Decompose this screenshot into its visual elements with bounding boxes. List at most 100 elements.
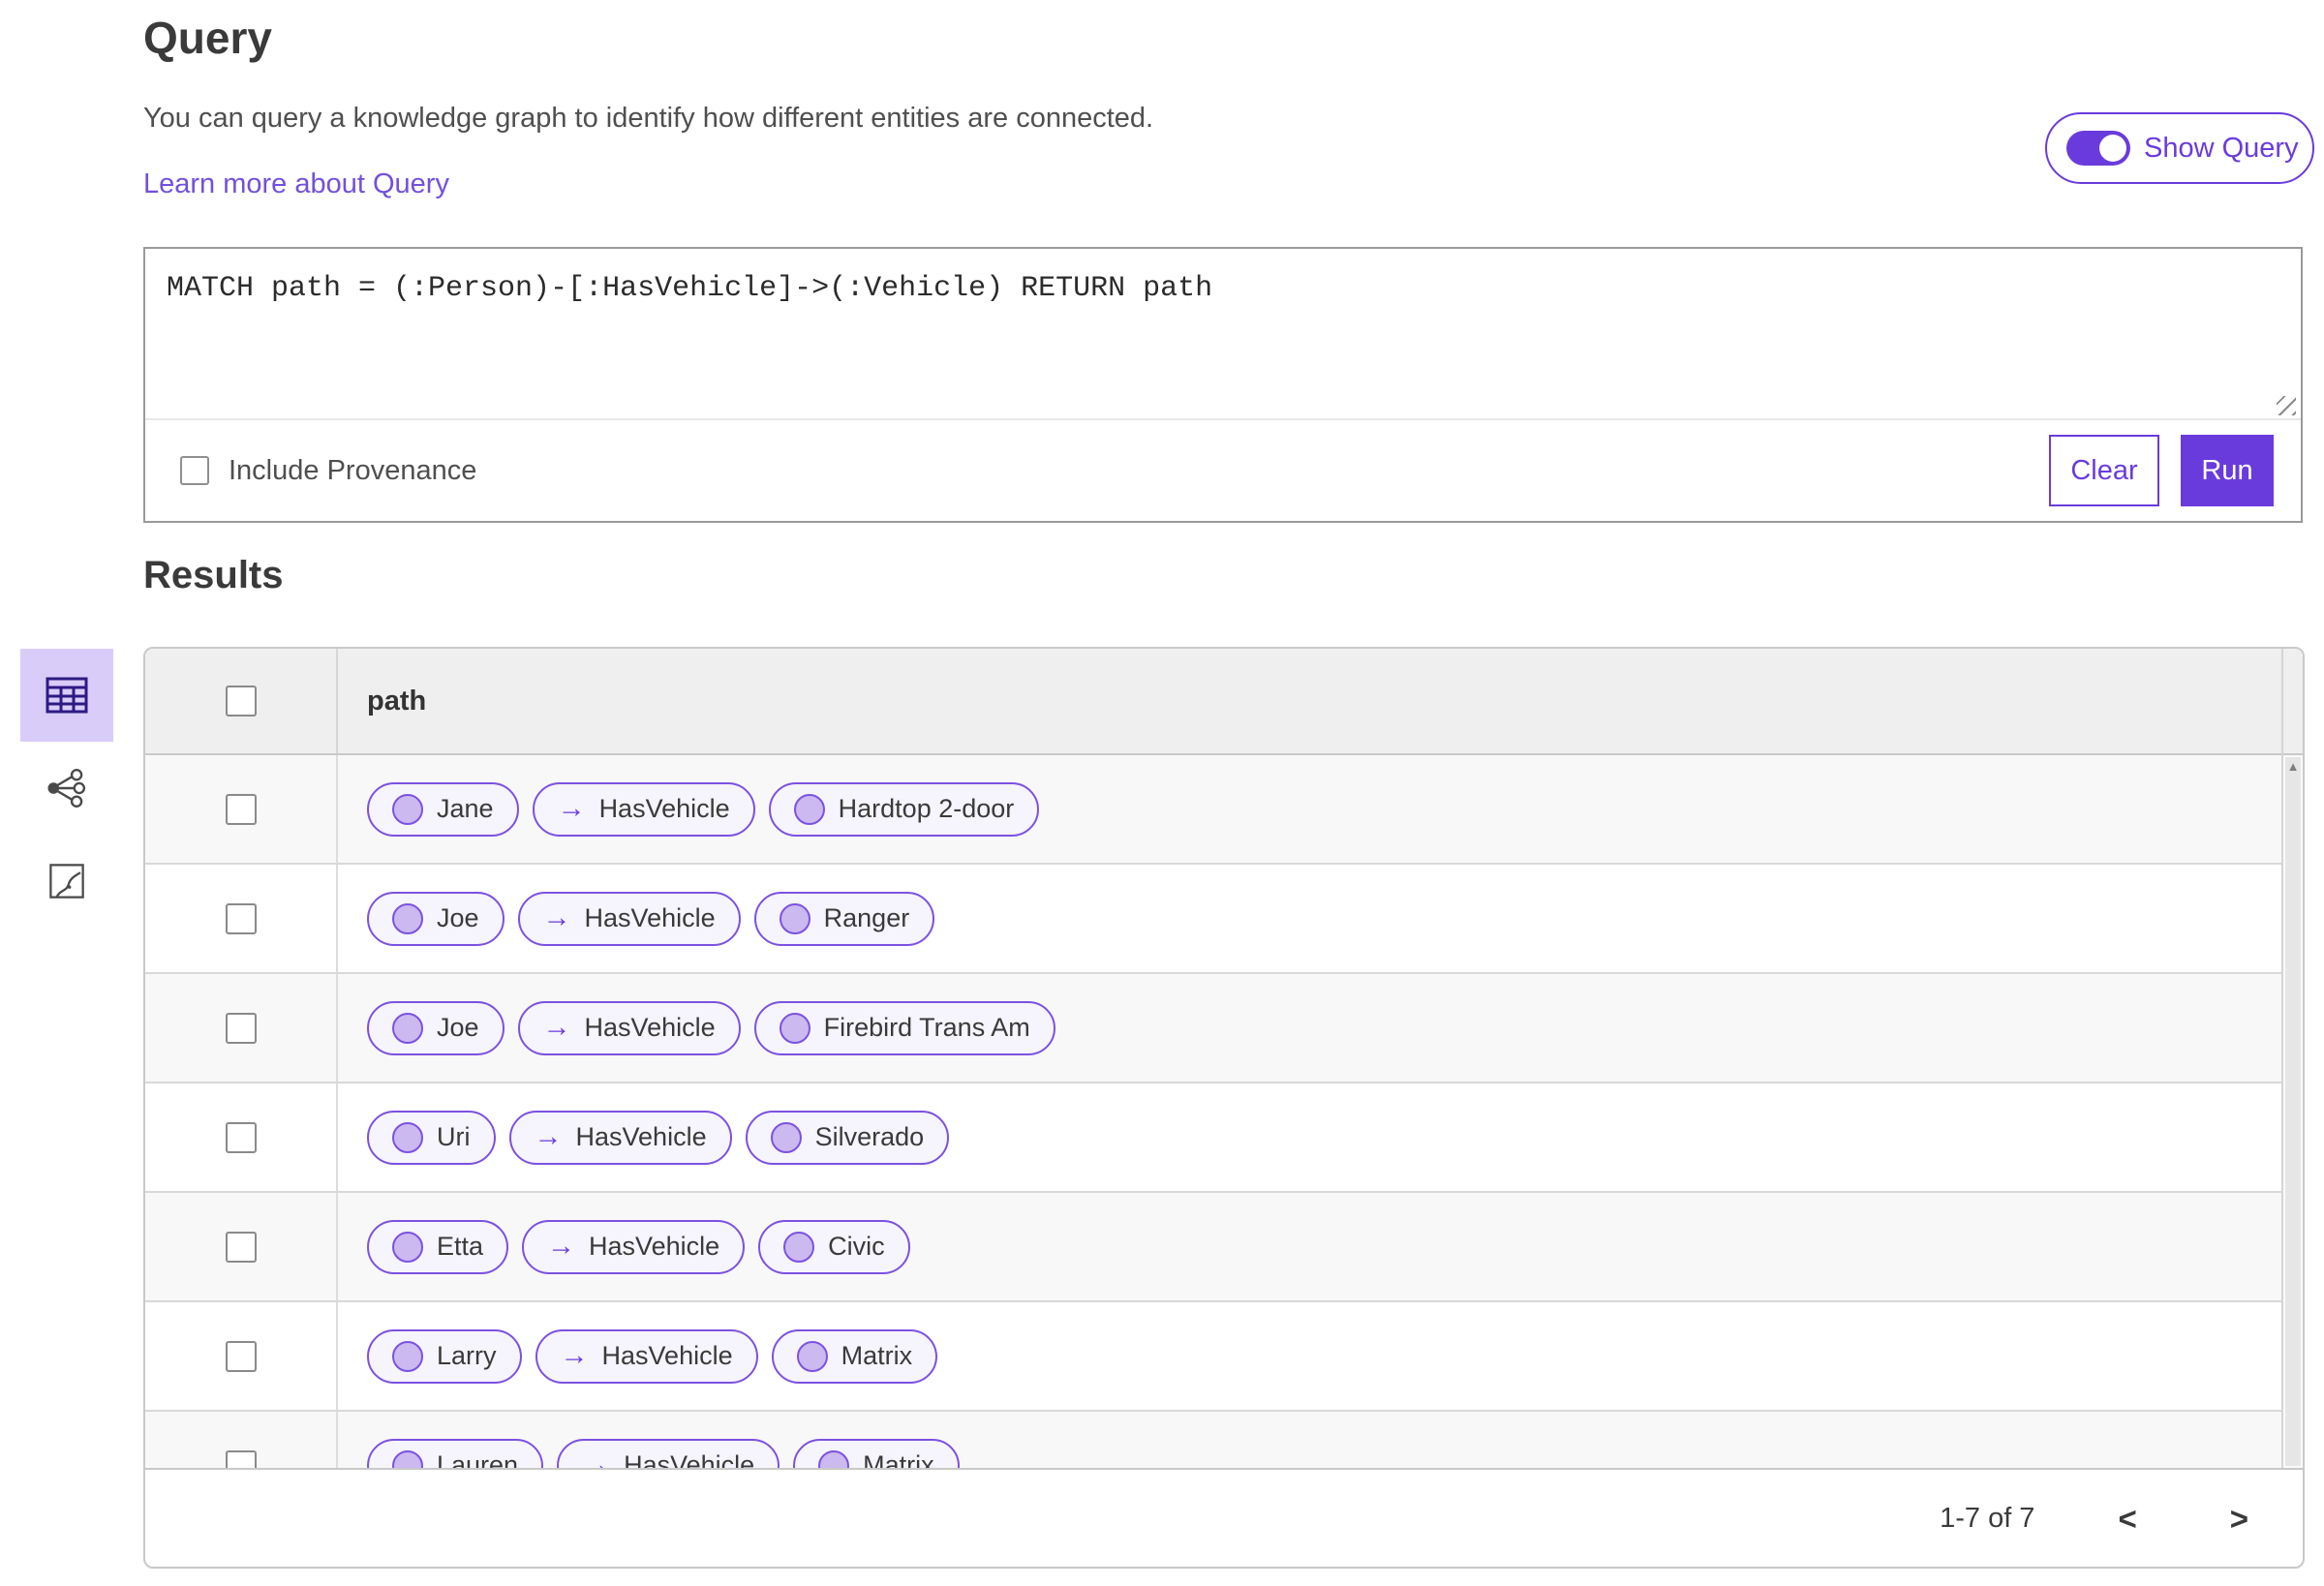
query-actions: Clear Run [2049,435,2274,506]
target-entity-label: Ranger [823,903,910,932]
arrow-right-icon: → [547,1231,576,1262]
target-entity-pill[interactable]: Hardtop 2-door [768,781,1040,837]
relationship-pill[interactable]: → HasVehicle [532,781,755,837]
entity-node-icon [392,1231,423,1263]
row-checkbox[interactable] [225,1340,257,1372]
table-view-button[interactable] [20,649,113,742]
map-view-button[interactable] [20,835,113,928]
entity-node-icon [796,1340,828,1372]
target-entity-label: Matrix [841,1341,913,1370]
row-select-cell [145,1193,338,1300]
show-query-label: Show Query [2144,132,2299,164]
source-entity-pill[interactable]: Joe [367,1000,505,1055]
target-entity-pill[interactable]: Civic [758,1219,910,1274]
arrow-right-icon: → [560,1340,589,1371]
row-path-cell: Uri → HasVehicle Silverado [338,1083,2303,1191]
row-path-cell: Jane → HasVehicle Hardtop 2-door [338,755,2303,863]
target-entity-pill[interactable]: Firebird Trans Am [753,1000,1055,1055]
row-select-cell [145,974,338,1082]
relationship-pill[interactable]: → HasVehicle [535,1328,758,1384]
entity-node-icon [779,902,810,934]
learn-more-link[interactable]: Learn more about Query [143,168,449,200]
arrow-right-icon: → [557,793,586,824]
entity-node-icon [783,1231,815,1263]
table-row: Larry → HasVehicle Matrix [145,1302,2303,1412]
scrollbar-thumb[interactable] [2285,757,2301,1466]
page-title: Query [143,13,272,63]
relationship-label: HasVehicle [601,1341,733,1370]
row-path-cell: Larry → HasVehicle Matrix [338,1302,2303,1410]
row-select-cell [145,1083,338,1191]
source-entity-label: Joe [437,1013,479,1042]
row-path-cell: Joe → HasVehicle Firebird Trans Am [338,974,2303,1082]
source-entity-pill[interactable]: Uri [367,1110,496,1165]
results-table: path Jane → HasVehicle Hardtop 2-door Jo… [143,647,2305,1569]
row-select-cell [145,1302,338,1410]
table-row: Jane → HasVehicle Hardtop 2-door [145,755,2303,865]
query-input[interactable]: MATCH path = (:Person)-[:HasVehicle]->(:… [145,249,2301,420]
row-checkbox[interactable] [225,1231,257,1263]
target-entity-label: Firebird Trans Am [823,1013,1030,1042]
source-entity-label: Etta [437,1232,484,1261]
entity-node-icon [392,1340,423,1372]
include-provenance-checkbox[interactable] [180,456,209,485]
relationship-pill[interactable]: → HasVehicle [517,1000,741,1055]
next-page-button[interactable]: > [2220,1497,2258,1540]
table-row: Joe → HasVehicle Ranger [145,865,2303,974]
relationship-pill[interactable]: → HasVehicle [522,1219,746,1274]
relationship-pill[interactable]: → HasVehicle [517,891,741,946]
row-path-cell: Joe → HasVehicle Ranger [338,865,2303,972]
relationship-label: HasVehicle [575,1122,707,1151]
relationship-pill[interactable]: → HasVehicle [508,1110,732,1165]
clear-button[interactable]: Clear [2049,435,2159,506]
row-checkbox[interactable] [225,1121,257,1153]
row-select-cell [145,755,338,863]
path-column-header: path [367,685,427,717]
target-entity-label: Hardtop 2-door [838,794,1015,823]
table-header-row: path [145,649,2303,755]
entity-node-icon [392,1012,423,1044]
results-title: Results [143,554,284,596]
relationship-label: HasVehicle [598,794,730,823]
source-entity-pill[interactable]: Etta [367,1219,509,1274]
resize-handle-icon[interactable] [2277,396,2296,415]
show-query-toggle[interactable]: Show Query [2045,112,2314,184]
map-view-icon [46,861,87,901]
relationship-label: HasVehicle [584,903,716,932]
table-row: Uri → HasVehicle Silverado [145,1083,2303,1193]
source-entity-pill[interactable]: Joe [367,891,505,946]
toggle-knob [2099,135,2126,162]
query-description: You can query a knowledge graph to ident… [143,103,1154,134]
source-entity-pill[interactable]: Jane [367,781,519,837]
relationship-label: HasVehicle [589,1232,720,1261]
entity-node-icon [793,793,825,825]
include-provenance-option[interactable]: Include Provenance [180,455,476,487]
path-header-cell: path [338,649,2303,753]
row-checkbox[interactable] [225,902,257,934]
graph-view-button[interactable] [20,742,113,835]
source-entity-label: Joe [437,903,479,932]
source-entity-pill[interactable]: Larry [367,1328,522,1384]
toggle-switch-icon[interactable] [2066,131,2130,166]
query-page: Query You can query a knowledge graph to… [0,0,2324,1586]
target-entity-pill[interactable]: Ranger [753,891,935,946]
source-entity-label: Jane [437,794,494,823]
entity-node-icon [770,1121,802,1153]
target-entity-pill[interactable]: Matrix [771,1328,938,1384]
row-checkbox[interactable] [225,1012,257,1044]
relationship-label: HasVehicle [584,1013,716,1042]
pagination-bar: 1-7 of 7 < > [145,1468,2303,1567]
run-button[interactable]: Run [2181,435,2274,506]
scrollbar-up-icon[interactable]: ▲ [2283,759,2303,774]
table-row: Etta → HasVehicle Civic [145,1193,2303,1302]
previous-page-button[interactable]: < [2108,1497,2146,1540]
select-all-checkbox[interactable] [225,686,257,717]
entity-node-icon [392,1121,423,1153]
table-scrollbar[interactable]: ▲ [2281,649,2303,1468]
row-select-cell [145,865,338,972]
target-entity-pill[interactable]: Silverado [745,1110,950,1165]
scrollbar-header-cap [2283,649,2303,755]
row-checkbox[interactable] [225,793,257,825]
row-path-cell: Etta → HasVehicle Civic [338,1193,2303,1300]
arrow-right-icon: → [542,1012,571,1043]
